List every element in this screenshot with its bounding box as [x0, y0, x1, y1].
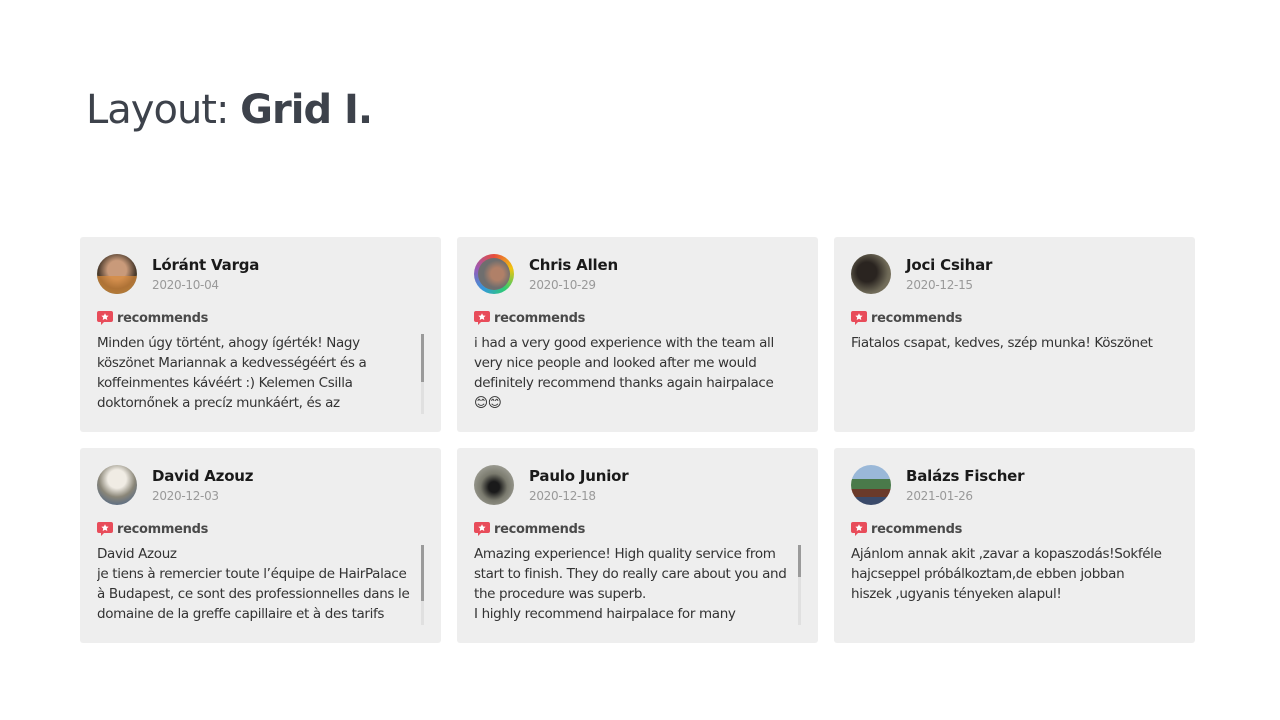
recommend-star-icon	[851, 521, 867, 537]
scrollbar[interactable]	[798, 545, 801, 625]
review-text-scroll[interactable]: i had a very good experience with the te…	[474, 333, 801, 413]
review-card: Joci Csihar 2020-12-15 recommends Fiatal…	[834, 237, 1195, 432]
page-title: Layout: Grid I.	[86, 84, 373, 136]
recommends-badge: recommends	[97, 520, 424, 538]
review-card: Chris Allen 2020-10-29 recommends i had …	[457, 237, 818, 432]
avatar[interactable]	[97, 254, 137, 294]
recommend-star-icon	[474, 310, 490, 326]
recommends-badge: recommends	[97, 309, 424, 327]
avatar[interactable]	[851, 254, 891, 294]
review-date: 2020-10-04	[152, 277, 219, 292]
reviewer-name[interactable]: David Azouz	[152, 467, 254, 486]
review-date: 2020-12-15	[906, 277, 973, 292]
recommends-badge: recommends	[474, 309, 801, 327]
scrollbar-thumb[interactable]	[421, 545, 424, 601]
review-date: 2020-12-18	[529, 488, 596, 503]
review-text: i had a very good experience with the te…	[474, 335, 774, 411]
scrollbar[interactable]	[421, 545, 424, 625]
scrollbar-thumb[interactable]	[421, 334, 424, 382]
review-text: Amazing experience! High quality service…	[474, 546, 787, 622]
review-card: Lóránt Varga 2020-10-04 recommends Minde…	[80, 237, 441, 432]
review-date: 2021-01-26	[906, 488, 973, 503]
review-card: Paulo Junior 2020-12-18 recommends Amazi…	[457, 448, 818, 643]
scrollbar[interactable]	[421, 334, 424, 414]
reviewer-name[interactable]: Chris Allen	[529, 256, 618, 275]
reviewer-name[interactable]: Lóránt Varga	[152, 256, 259, 275]
review-text: Minden úgy történt, ahogy ígérték! Nagy …	[97, 335, 367, 411]
recommend-star-icon	[851, 310, 867, 326]
review-text: Ajánlom annak akit ,zavar a kopaszodás!S…	[851, 546, 1162, 602]
review-card: David Azouz 2020-12-03 recommends David …	[80, 448, 441, 643]
review-date: 2020-10-29	[529, 277, 596, 292]
recommends-label: recommends	[494, 521, 586, 537]
recommends-label: recommends	[871, 521, 963, 537]
reviewer-name[interactable]: Paulo Junior	[529, 467, 629, 486]
recommends-label: recommends	[494, 310, 586, 326]
reviews-grid: Lóránt Varga 2020-10-04 recommends Minde…	[80, 237, 1195, 643]
recommend-star-icon	[474, 521, 490, 537]
review-text-scroll[interactable]: Amazing experience! High quality service…	[474, 544, 801, 624]
avatar[interactable]	[851, 465, 891, 505]
avatar[interactable]	[474, 465, 514, 505]
scrollbar-thumb[interactable]	[798, 545, 801, 577]
recommend-star-icon	[97, 521, 113, 537]
page-title-bold: Grid I.	[240, 87, 373, 133]
avatar[interactable]	[474, 254, 514, 294]
review-card: Balázs Fischer 2021-01-26 recommends Ajá…	[834, 448, 1195, 643]
recommends-label: recommends	[117, 521, 209, 537]
recommends-badge: recommends	[851, 520, 1178, 538]
reviewer-name[interactable]: Balázs Fischer	[906, 467, 1025, 486]
page-title-prefix: Layout:	[86, 87, 241, 133]
review-date: 2020-12-03	[152, 488, 219, 503]
review-text-scroll[interactable]: Minden úgy történt, ahogy ígérték! Nagy …	[97, 333, 424, 413]
review-text-scroll[interactable]: Ajánlom annak akit ,zavar a kopaszodás!S…	[851, 544, 1178, 624]
review-text: Fiatalos csapat, kedves, szép munka! Kös…	[851, 335, 1153, 351]
review-text-scroll[interactable]: David Azouz je tiens à remercier toute l…	[97, 544, 424, 624]
recommend-star-icon	[97, 310, 113, 326]
review-text-scroll[interactable]: Fiatalos csapat, kedves, szép munka! Kös…	[851, 333, 1178, 413]
recommends-label: recommends	[117, 310, 209, 326]
reviewer-name[interactable]: Joci Csihar	[906, 256, 992, 275]
recommends-badge: recommends	[851, 309, 1178, 327]
review-text: David Azouz je tiens à remercier toute l…	[97, 546, 410, 622]
avatar[interactable]	[97, 465, 137, 505]
recommends-badge: recommends	[474, 520, 801, 538]
recommends-label: recommends	[871, 310, 963, 326]
